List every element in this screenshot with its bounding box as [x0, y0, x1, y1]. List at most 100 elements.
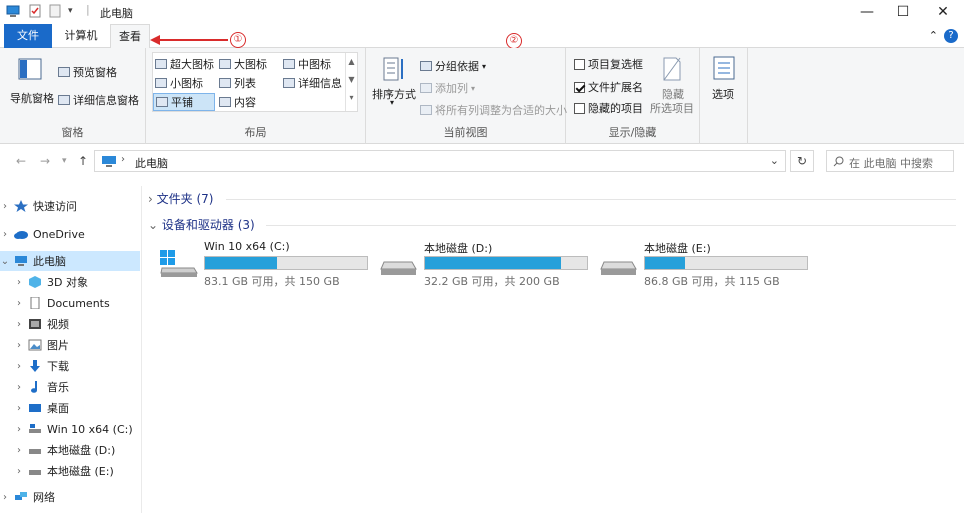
sidebar-item-onedrive[interactable]: › OneDrive: [0, 224, 140, 244]
help-icon[interactable]: ?: [944, 29, 958, 43]
layout-list[interactable]: 列表: [219, 75, 256, 91]
sidebar-item-label: Documents: [47, 296, 110, 310]
chevron-right-icon[interactable]: ›: [14, 319, 24, 330]
chevron-right-icon[interactable]: ›: [148, 192, 153, 206]
options-icon: [713, 56, 735, 80]
chevron-right-icon[interactable]: ›: [14, 277, 24, 288]
details-pane-button[interactable]: 详细信息窗格: [58, 92, 139, 108]
sidebar-item-documents[interactable]: › Documents: [0, 293, 140, 313]
group-panes: 导航窗格 预览窗格 详细信息窗格 窗格: [0, 48, 146, 144]
devices-section-header[interactable]: ⌄ 设备和驱动器 (3): [148, 216, 255, 233]
sidebar-item-videos[interactable]: › 视频: [0, 314, 140, 334]
preview-pane-button[interactable]: 预览窗格: [58, 64, 117, 80]
layout-option-label: 详细信息: [298, 77, 342, 90]
picture-icon: [28, 339, 42, 351]
back-icon[interactable]: ←: [16, 154, 26, 168]
group-by-button[interactable]: 分组依据 ▾: [420, 58, 486, 74]
drive-icon: [600, 261, 637, 275]
chevron-down-icon[interactable]: ⌄: [0, 256, 10, 267]
hidden-items-checkbox[interactable]: [574, 102, 585, 114]
chevron-right-icon[interactable]: ›: [0, 229, 10, 240]
group-by-label: 分组依据: [435, 60, 479, 73]
folders-section-header[interactable]: › 文件夹 (7): [148, 190, 213, 207]
sidebar-item-label: 下载: [47, 360, 69, 373]
chevron-down-icon[interactable]: ⌄: [148, 218, 158, 232]
layout-scroll[interactable]: ▲ ▼ ▾: [345, 53, 357, 111]
add-columns-button[interactable]: 添加列 ▾: [420, 80, 475, 96]
sidebar-item-network[interactable]: › 网络: [0, 487, 140, 507]
sidebar-item-quick-access[interactable]: › 快速访问: [0, 196, 140, 216]
minimize-icon[interactable]: —: [856, 2, 878, 22]
file-extensions-checkbox[interactable]: [574, 81, 585, 93]
refresh-button[interactable]: ↻: [790, 150, 814, 172]
hide-selected-label-2: 所选项目: [650, 102, 694, 115]
sidebar-item-pictures[interactable]: › 图片: [0, 335, 140, 355]
tab-file[interactable]: 文件: [4, 24, 52, 48]
drive-tile-c[interactable]: Win 10 x64 (C:) 83.1 GB 可用，共 150 GB: [160, 240, 370, 288]
drive-tile-e[interactable]: 本地磁盘 (E:) 86.8 GB 可用，共 115 GB: [600, 240, 810, 288]
drive-info: 32.2 GB 可用，共 200 GB: [424, 275, 560, 288]
sidebar-item-3d-objects[interactable]: › 3D 对象: [0, 272, 140, 292]
maximize-icon[interactable]: ☐: [892, 2, 914, 22]
up-icon[interactable]: ↑: [78, 154, 88, 168]
options-button[interactable]: 选项: [704, 54, 744, 114]
sidebar-item-desktop[interactable]: › 桌面: [0, 398, 140, 418]
nav-pane-button[interactable]: 导航窗格: [8, 54, 54, 114]
item-checkboxes-checkbox[interactable]: [574, 58, 585, 70]
address-dropdown-icon[interactable]: ⌄: [770, 154, 779, 167]
chevron-right-icon[interactable]: ›: [0, 201, 10, 212]
add-columns-label: 添加列: [435, 82, 468, 95]
layout-content[interactable]: 内容: [219, 94, 256, 110]
collapse-ribbon-icon[interactable]: ⌃: [929, 29, 938, 42]
sidebar-item-drive-d[interactable]: › 本地磁盘 (D:): [0, 440, 140, 460]
drive-tile-d[interactable]: 本地磁盘 (D:) 32.2 GB 可用，共 200 GB: [380, 240, 590, 288]
tab-view[interactable]: 查看: [110, 24, 150, 49]
windows-drive-icon: [160, 250, 198, 277]
sidebar-item-drive-c[interactable]: › Win 10 x64 (C:): [0, 419, 140, 439]
layout-large-icons[interactable]: 大图标: [219, 56, 267, 72]
sidebar-item-drive-e[interactable]: › 本地磁盘 (E:): [0, 461, 140, 481]
search-box[interactable]: 在 此电脑 中搜索: [826, 150, 954, 172]
sort-by-button[interactable]: 排序方式 ▾: [370, 54, 416, 114]
item-checkboxes-toggle[interactable]: 项目复选框: [574, 56, 643, 72]
sidebar-item-music[interactable]: › 音乐: [0, 377, 140, 397]
chevron-right-icon[interactable]: ›: [14, 340, 24, 351]
quick-access-dropdown-icon[interactable]: ▾: [68, 6, 82, 20]
tab-computer[interactable]: 计算机: [56, 24, 106, 48]
forward-icon[interactable]: →: [40, 154, 50, 168]
hide-selected-button[interactable]: 隐藏 所选项目: [650, 54, 698, 115]
new-folder-icon[interactable]: [48, 4, 62, 18]
sidebar-item-downloads[interactable]: › 下载: [0, 356, 140, 376]
recent-locations-icon[interactable]: ▾: [62, 156, 67, 166]
address-bar[interactable]: › 此电脑 ⌄: [94, 150, 786, 172]
size-all-columns-button[interactable]: 将所有列调整为合适的大小: [420, 102, 567, 118]
layout-tiles[interactable]: 平铺: [153, 93, 215, 111]
close-icon[interactable]: ✕: [932, 2, 954, 22]
chevron-right-icon[interactable]: ›: [14, 361, 24, 372]
size-columns-icon: [420, 105, 432, 115]
properties-icon[interactable]: [28, 4, 42, 18]
nav-pane-icon: [18, 58, 42, 80]
hidden-items-toggle[interactable]: 隐藏的项目: [574, 100, 643, 116]
drive-name: 本地磁盘 (D:): [424, 242, 493, 255]
chevron-right-icon[interactable]: ›: [14, 424, 24, 435]
chevron-right-icon[interactable]: ›: [14, 298, 24, 309]
hide-selected-icon: [663, 57, 681, 81]
layout-medium-icons[interactable]: 中图标: [283, 56, 331, 72]
annotation-marker-1: ①: [230, 32, 246, 48]
layout-details[interactable]: 详细信息: [283, 75, 342, 91]
drive-icon: [29, 470, 41, 475]
sidebar-item-this-pc[interactable]: ⌄ 此电脑: [0, 251, 140, 271]
video-icon: [29, 319, 41, 329]
chevron-right-icon[interactable]: ›: [14, 445, 24, 456]
chevron-right-icon[interactable]: ›: [14, 403, 24, 414]
chevron-right-icon[interactable]: ›: [14, 382, 24, 393]
layout-small-icons[interactable]: 小图标: [155, 75, 203, 91]
file-extensions-toggle[interactable]: 文件扩展名: [574, 79, 643, 95]
add-columns-icon: [420, 83, 432, 93]
layout-extra-large-icons[interactable]: 超大图标: [155, 56, 214, 72]
chevron-right-icon[interactable]: ›: [14, 466, 24, 477]
navigation-pane: › 快速访问 › OneDrive ⌄ 此电脑 › 3D 对象 › Documents ›…: [0, 186, 142, 513]
chevron-right-icon[interactable]: ›: [0, 492, 10, 503]
download-icon: [30, 360, 40, 372]
